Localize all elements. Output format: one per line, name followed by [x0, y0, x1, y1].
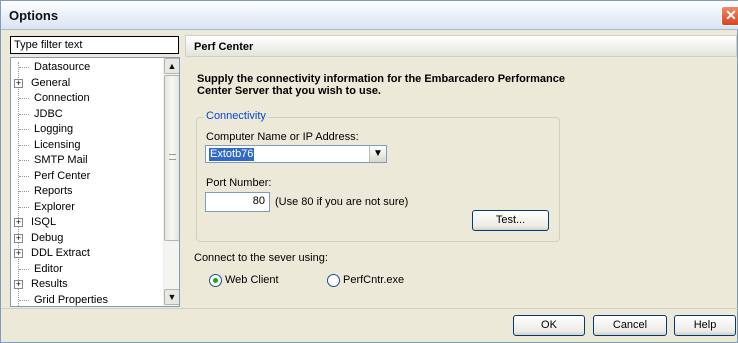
tree-item-smtp-mail[interactable]: SMTP Mail [11, 153, 161, 168]
tree-connector [19, 129, 29, 130]
tree-item-label: Licensing [34, 138, 81, 151]
expand-plus-icon[interactable]: + [14, 249, 23, 258]
tree-item-reports[interactable]: Reports [11, 184, 161, 199]
tree-connector [19, 98, 29, 99]
tree-item-label: JDBC [34, 107, 63, 120]
tree-connector [19, 206, 29, 208]
tree-item-label: Perf Center [34, 169, 91, 182]
radio-perfcntr-exe[interactable] [327, 274, 340, 287]
close-icon: ✕ [725, 7, 737, 23]
panel-header: Perf Center [185, 35, 737, 57]
panel-description: Supply the connectivity information for … [197, 73, 565, 97]
tree-connector [19, 268, 29, 270]
tree-connector [19, 113, 29, 115]
radio-selected-dot [213, 278, 218, 283]
tree-item-label: Results [31, 278, 68, 290]
tree-item-grid-properties[interactable]: Grid Properties [11, 293, 161, 307]
tree-item-ddl-extract[interactable]: + DDL Extract [11, 246, 161, 261]
tree-item-label: DDL Extract [31, 247, 90, 259]
tree-item-editor[interactable]: Editor [11, 262, 161, 277]
tree-item-general[interactable]: + General [11, 76, 161, 91]
filter-input[interactable] [10, 36, 179, 54]
tree-item-perf-center[interactable]: Perf Center [11, 169, 161, 184]
connectivity-legend: Connectivity [204, 110, 268, 122]
radio-web-client[interactable] [209, 274, 222, 287]
connect-using-label: Connect to the sever using: [194, 252, 328, 264]
panel-title: Perf Center [194, 41, 254, 53]
tree-item-label: Debug [31, 231, 64, 244]
tree-item-datasource[interactable]: Datasource [11, 60, 161, 75]
close-button[interactable]: ✕ [721, 6, 738, 26]
computer-name-value: Extotb76 [209, 148, 255, 161]
port-hint: (Use 80 if you are not sure) [275, 196, 409, 208]
computer-name-label: Computer Name or IP Address: [206, 131, 359, 143]
radio-web-client-label[interactable]: Web Client [225, 274, 279, 286]
tree-item-label: Grid Properties [34, 293, 108, 306]
tree-item-label: Reports [34, 185, 73, 197]
tree-item-connection[interactable]: Connection [11, 91, 161, 106]
scroll-thumb[interactable] [164, 75, 179, 241]
tree-connector [19, 160, 29, 161]
tree-item-label: General [31, 76, 71, 89]
test-button[interactable]: Test... [472, 210, 549, 231]
tree-item-label: Connection [34, 92, 90, 104]
tree-item-label: Editor [34, 262, 63, 275]
tree-item-label: Datasource [34, 61, 91, 73]
scroll-up-button[interactable]: ▲ [164, 58, 179, 74]
ok-button[interactable]: OK [513, 315, 585, 336]
port-number-value: 80 [252, 195, 265, 207]
tree-item-debug[interactable]: + Debug [11, 231, 161, 246]
scroll-down-button[interactable]: ▼ [164, 289, 179, 305]
tree-item-licensing[interactable]: Licensing [11, 138, 161, 153]
tree-scrollbar[interactable]: ▲ ▼ [163, 58, 179, 306]
scroll-grip-icon [169, 154, 176, 160]
cancel-button[interactable]: Cancel [593, 315, 667, 336]
expand-plus-icon[interactable]: + [14, 218, 23, 227]
tree-connector [19, 67, 29, 68]
port-number-input[interactable]: 80 [205, 192, 270, 212]
title-bar[interactable]: Options ✕ [1, 1, 738, 30]
radio-perfcntr-exe-label[interactable]: PerfCntr.exe [343, 274, 404, 286]
window-title: Options [9, 8, 59, 23]
options-dialog: Options ✕ Datasource + General Connection JD… [0, 0, 738, 343]
tree-connector [19, 175, 29, 177]
options-tree: Datasource + General Connection JDBC Logging L… [10, 57, 180, 307]
port-number-label: Port Number: [206, 177, 272, 189]
combo-dropdown-button[interactable]: ▼ [369, 146, 386, 162]
tree-item-label: ISQL [31, 216, 57, 228]
chevron-down-icon: ▼ [373, 148, 383, 159]
tree-connector [19, 299, 29, 301]
expand-plus-icon[interactable]: + [14, 280, 23, 289]
tree-item-results[interactable]: + Results [11, 277, 161, 292]
tree-item-label: Logging [34, 123, 74, 135]
perf-center-panel: Perf Center Supply the connectivity info… [185, 35, 737, 307]
tree-item-label: SMTP Mail [34, 154, 88, 166]
footer-divider [1, 308, 738, 309]
tree-item-jdbc[interactable]: JDBC [11, 107, 161, 122]
expand-plus-icon[interactable]: + [14, 78, 23, 88]
computer-name-combo[interactable]: Extotb76 ▼ [205, 145, 387, 163]
tree-item-explorer[interactable]: Explorer [11, 200, 161, 215]
tree-item-label: Explorer [34, 200, 75, 213]
tree-item-isql[interactable]: + ISQL [11, 215, 161, 230]
scroll-down-icon: ▼ [167, 292, 177, 302]
tree-connector [19, 144, 29, 146]
expand-plus-icon[interactable]: + [14, 233, 23, 243]
tree-connector [19, 191, 29, 192]
scroll-up-icon: ▲ [167, 61, 177, 71]
help-button[interactable]: Help [674, 315, 736, 336]
tree-item-logging[interactable]: Logging [11, 122, 161, 137]
